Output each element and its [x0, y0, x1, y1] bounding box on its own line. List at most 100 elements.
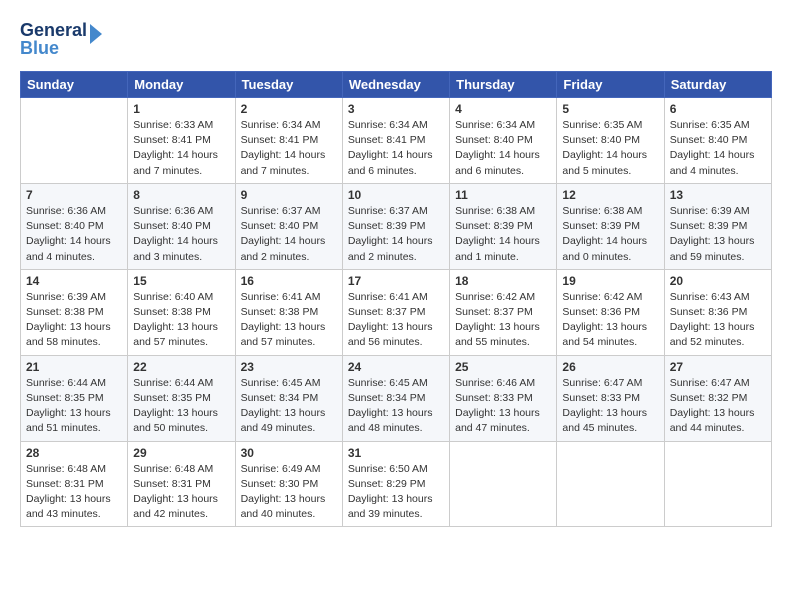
- calendar-cell: 1 Sunrise: 6:33 AMSunset: 8:41 PMDaylight…: [128, 98, 235, 184]
- day-number: 23: [241, 360, 337, 374]
- cell-info: Sunrise: 6:33 AMSunset: 8:41 PMDaylight:…: [133, 118, 229, 179]
- calendar-cell: 22 Sunrise: 6:44 AMSunset: 8:35 PMDayligh…: [128, 355, 235, 441]
- calendar-cell: 11 Sunrise: 6:38 AMSunset: 8:39 PMDayligh…: [450, 183, 557, 269]
- calendar-cell: 27Sunrise: 6:47 AMSunset: 8:32 PMDayligh…: [664, 355, 771, 441]
- day-number: 28: [26, 446, 122, 460]
- cell-info: Sunrise: 6:35 AMSunset: 8:40 PMDaylight:…: [562, 118, 658, 179]
- calendar-cell: 4 Sunrise: 6:34 AMSunset: 8:40 PMDaylight…: [450, 98, 557, 184]
- calendar-cell: [557, 441, 664, 527]
- logo: GeneralBlue: [20, 16, 110, 61]
- cell-info: Sunrise: 6:47 AMSunset: 8:32 PMDaylight:…: [670, 376, 766, 437]
- calendar-week-row: 1 Sunrise: 6:33 AMSunset: 8:41 PMDaylight…: [21, 98, 772, 184]
- calendar-cell: 20 Sunrise: 6:43 AMSunset: 8:36 PMDayligh…: [664, 269, 771, 355]
- day-number: 16: [241, 274, 337, 288]
- calendar-cell: 26 Sunrise: 6:47 AMSunset: 8:33 PMDayligh…: [557, 355, 664, 441]
- calendar-cell: 2 Sunrise: 6:34 AMSunset: 8:41 PMDaylight…: [235, 98, 342, 184]
- calendar-cell: 14 Sunrise: 6:39 AMSunset: 8:38 PMDayligh…: [21, 269, 128, 355]
- cell-info: Sunrise: 6:41 AMSunset: 8:37 PMDaylight:…: [348, 290, 444, 351]
- calendar-cell: 19 Sunrise: 6:42 AMSunset: 8:36 PMDayligh…: [557, 269, 664, 355]
- day-number: 11: [455, 188, 551, 202]
- general-blue-logo: GeneralBlue: [20, 16, 110, 61]
- calendar-cell: [664, 441, 771, 527]
- day-number: 1: [133, 102, 229, 116]
- day-number: 14: [26, 274, 122, 288]
- calendar-cell: [21, 98, 128, 184]
- calendar-cell: 12 Sunrise: 6:38 AMSunset: 8:39 PMDayligh…: [557, 183, 664, 269]
- calendar-cell: 17 Sunrise: 6:41 AMSunset: 8:37 PMDayligh…: [342, 269, 449, 355]
- day-number: 30: [241, 446, 337, 460]
- calendar-cell: 9Sunrise: 6:37 AMSunset: 8:40 PMDaylight…: [235, 183, 342, 269]
- svg-text:General: General: [20, 20, 87, 40]
- day-number: 19: [562, 274, 658, 288]
- cell-info: Sunrise: 6:48 AMSunset: 8:31 PMDaylight:…: [133, 462, 229, 523]
- cell-info: Sunrise: 6:44 AMSunset: 8:35 PMDaylight:…: [133, 376, 229, 437]
- calendar-cell: 8 Sunrise: 6:36 AMSunset: 8:40 PMDaylight…: [128, 183, 235, 269]
- day-number: 22: [133, 360, 229, 374]
- calendar-cell: 6Sunrise: 6:35 AMSunset: 8:40 PMDaylight…: [664, 98, 771, 184]
- calendar-week-row: 21Sunrise: 6:44 AMSunset: 8:35 PMDayligh…: [21, 355, 772, 441]
- day-number: 26: [562, 360, 658, 374]
- day-number: 2: [241, 102, 337, 116]
- calendar-cell: 13Sunrise: 6:39 AMSunset: 8:39 PMDayligh…: [664, 183, 771, 269]
- calendar-cell: 21Sunrise: 6:44 AMSunset: 8:35 PMDayligh…: [21, 355, 128, 441]
- day-number: 10: [348, 188, 444, 202]
- cell-info: Sunrise: 6:47 AMSunset: 8:33 PMDaylight:…: [562, 376, 658, 437]
- cell-info: Sunrise: 6:39 AMSunset: 8:39 PMDaylight:…: [670, 204, 766, 265]
- calendar-cell: 7 Sunrise: 6:36 AMSunset: 8:40 PMDaylight…: [21, 183, 128, 269]
- calendar-cell: 24 Sunrise: 6:45 AMSunset: 8:34 PMDayligh…: [342, 355, 449, 441]
- cell-info: Sunrise: 6:38 AMSunset: 8:39 PMDaylight:…: [562, 204, 658, 265]
- cell-info: Sunrise: 6:40 AMSunset: 8:38 PMDaylight:…: [133, 290, 229, 351]
- svg-text:Blue: Blue: [20, 38, 59, 58]
- cell-info: Sunrise: 6:34 AMSunset: 8:40 PMDaylight:…: [455, 118, 551, 179]
- calendar-cell: 29 Sunrise: 6:48 AMSunset: 8:31 PMDayligh…: [128, 441, 235, 527]
- cell-info: Sunrise: 6:50 AMSunset: 8:29 PMDaylight:…: [348, 462, 444, 523]
- day-number: 8: [133, 188, 229, 202]
- cell-info: Sunrise: 6:39 AMSunset: 8:38 PMDaylight:…: [26, 290, 122, 351]
- calendar-cell: [450, 441, 557, 527]
- calendar-cell: 28 Sunrise: 6:48 AMSunset: 8:31 PMDayligh…: [21, 441, 128, 527]
- cell-info: Sunrise: 6:37 AMSunset: 8:39 PMDaylight:…: [348, 204, 444, 265]
- cell-info: Sunrise: 6:38 AMSunset: 8:39 PMDaylight:…: [455, 204, 551, 265]
- calendar-cell: 16 Sunrise: 6:41 AMSunset: 8:38 PMDayligh…: [235, 269, 342, 355]
- day-number: 20: [670, 274, 766, 288]
- page-header: GeneralBlue: [20, 16, 772, 61]
- day-number: 31: [348, 446, 444, 460]
- col-header-friday: Friday: [557, 72, 664, 98]
- day-number: 4: [455, 102, 551, 116]
- day-number: 5: [562, 102, 658, 116]
- cell-info: Sunrise: 6:44 AMSunset: 8:35 PMDaylight:…: [26, 376, 122, 437]
- cell-info: Sunrise: 6:43 AMSunset: 8:36 PMDaylight:…: [670, 290, 766, 351]
- day-number: 24: [348, 360, 444, 374]
- day-number: 15: [133, 274, 229, 288]
- calendar-cell: 30Sunrise: 6:49 AMSunset: 8:30 PMDayligh…: [235, 441, 342, 527]
- day-number: 18: [455, 274, 551, 288]
- cell-info: Sunrise: 6:36 AMSunset: 8:40 PMDaylight:…: [133, 204, 229, 265]
- cell-info: Sunrise: 6:36 AMSunset: 8:40 PMDaylight:…: [26, 204, 122, 265]
- day-number: 6: [670, 102, 766, 116]
- calendar-header-row: SundayMondayTuesdayWednesdayThursdayFrid…: [21, 72, 772, 98]
- day-number: 12: [562, 188, 658, 202]
- col-header-saturday: Saturday: [664, 72, 771, 98]
- col-header-tuesday: Tuesday: [235, 72, 342, 98]
- col-header-thursday: Thursday: [450, 72, 557, 98]
- cell-info: Sunrise: 6:42 AMSunset: 8:36 PMDaylight:…: [562, 290, 658, 351]
- cell-info: Sunrise: 6:48 AMSunset: 8:31 PMDaylight:…: [26, 462, 122, 523]
- calendar-cell: 23 Sunrise: 6:45 AMSunset: 8:34 PMDayligh…: [235, 355, 342, 441]
- cell-info: Sunrise: 6:34 AMSunset: 8:41 PMDaylight:…: [241, 118, 337, 179]
- calendar-week-row: 7 Sunrise: 6:36 AMSunset: 8:40 PMDaylight…: [21, 183, 772, 269]
- day-number: 9: [241, 188, 337, 202]
- cell-info: Sunrise: 6:41 AMSunset: 8:38 PMDaylight:…: [241, 290, 337, 351]
- col-header-wednesday: Wednesday: [342, 72, 449, 98]
- cell-info: Sunrise: 6:45 AMSunset: 8:34 PMDaylight:…: [348, 376, 444, 437]
- calendar-week-row: 28 Sunrise: 6:48 AMSunset: 8:31 PMDayligh…: [21, 441, 772, 527]
- day-number: 25: [455, 360, 551, 374]
- cell-info: Sunrise: 6:45 AMSunset: 8:34 PMDaylight:…: [241, 376, 337, 437]
- calendar-table: SundayMondayTuesdayWednesdayThursdayFrid…: [20, 71, 772, 527]
- day-number: 3: [348, 102, 444, 116]
- day-number: 17: [348, 274, 444, 288]
- cell-info: Sunrise: 6:34 AMSunset: 8:41 PMDaylight:…: [348, 118, 444, 179]
- day-number: 29: [133, 446, 229, 460]
- day-number: 7: [26, 188, 122, 202]
- calendar-cell: 3 Sunrise: 6:34 AMSunset: 8:41 PMDaylight…: [342, 98, 449, 184]
- calendar-cell: 31 Sunrise: 6:50 AMSunset: 8:29 PMDayligh…: [342, 441, 449, 527]
